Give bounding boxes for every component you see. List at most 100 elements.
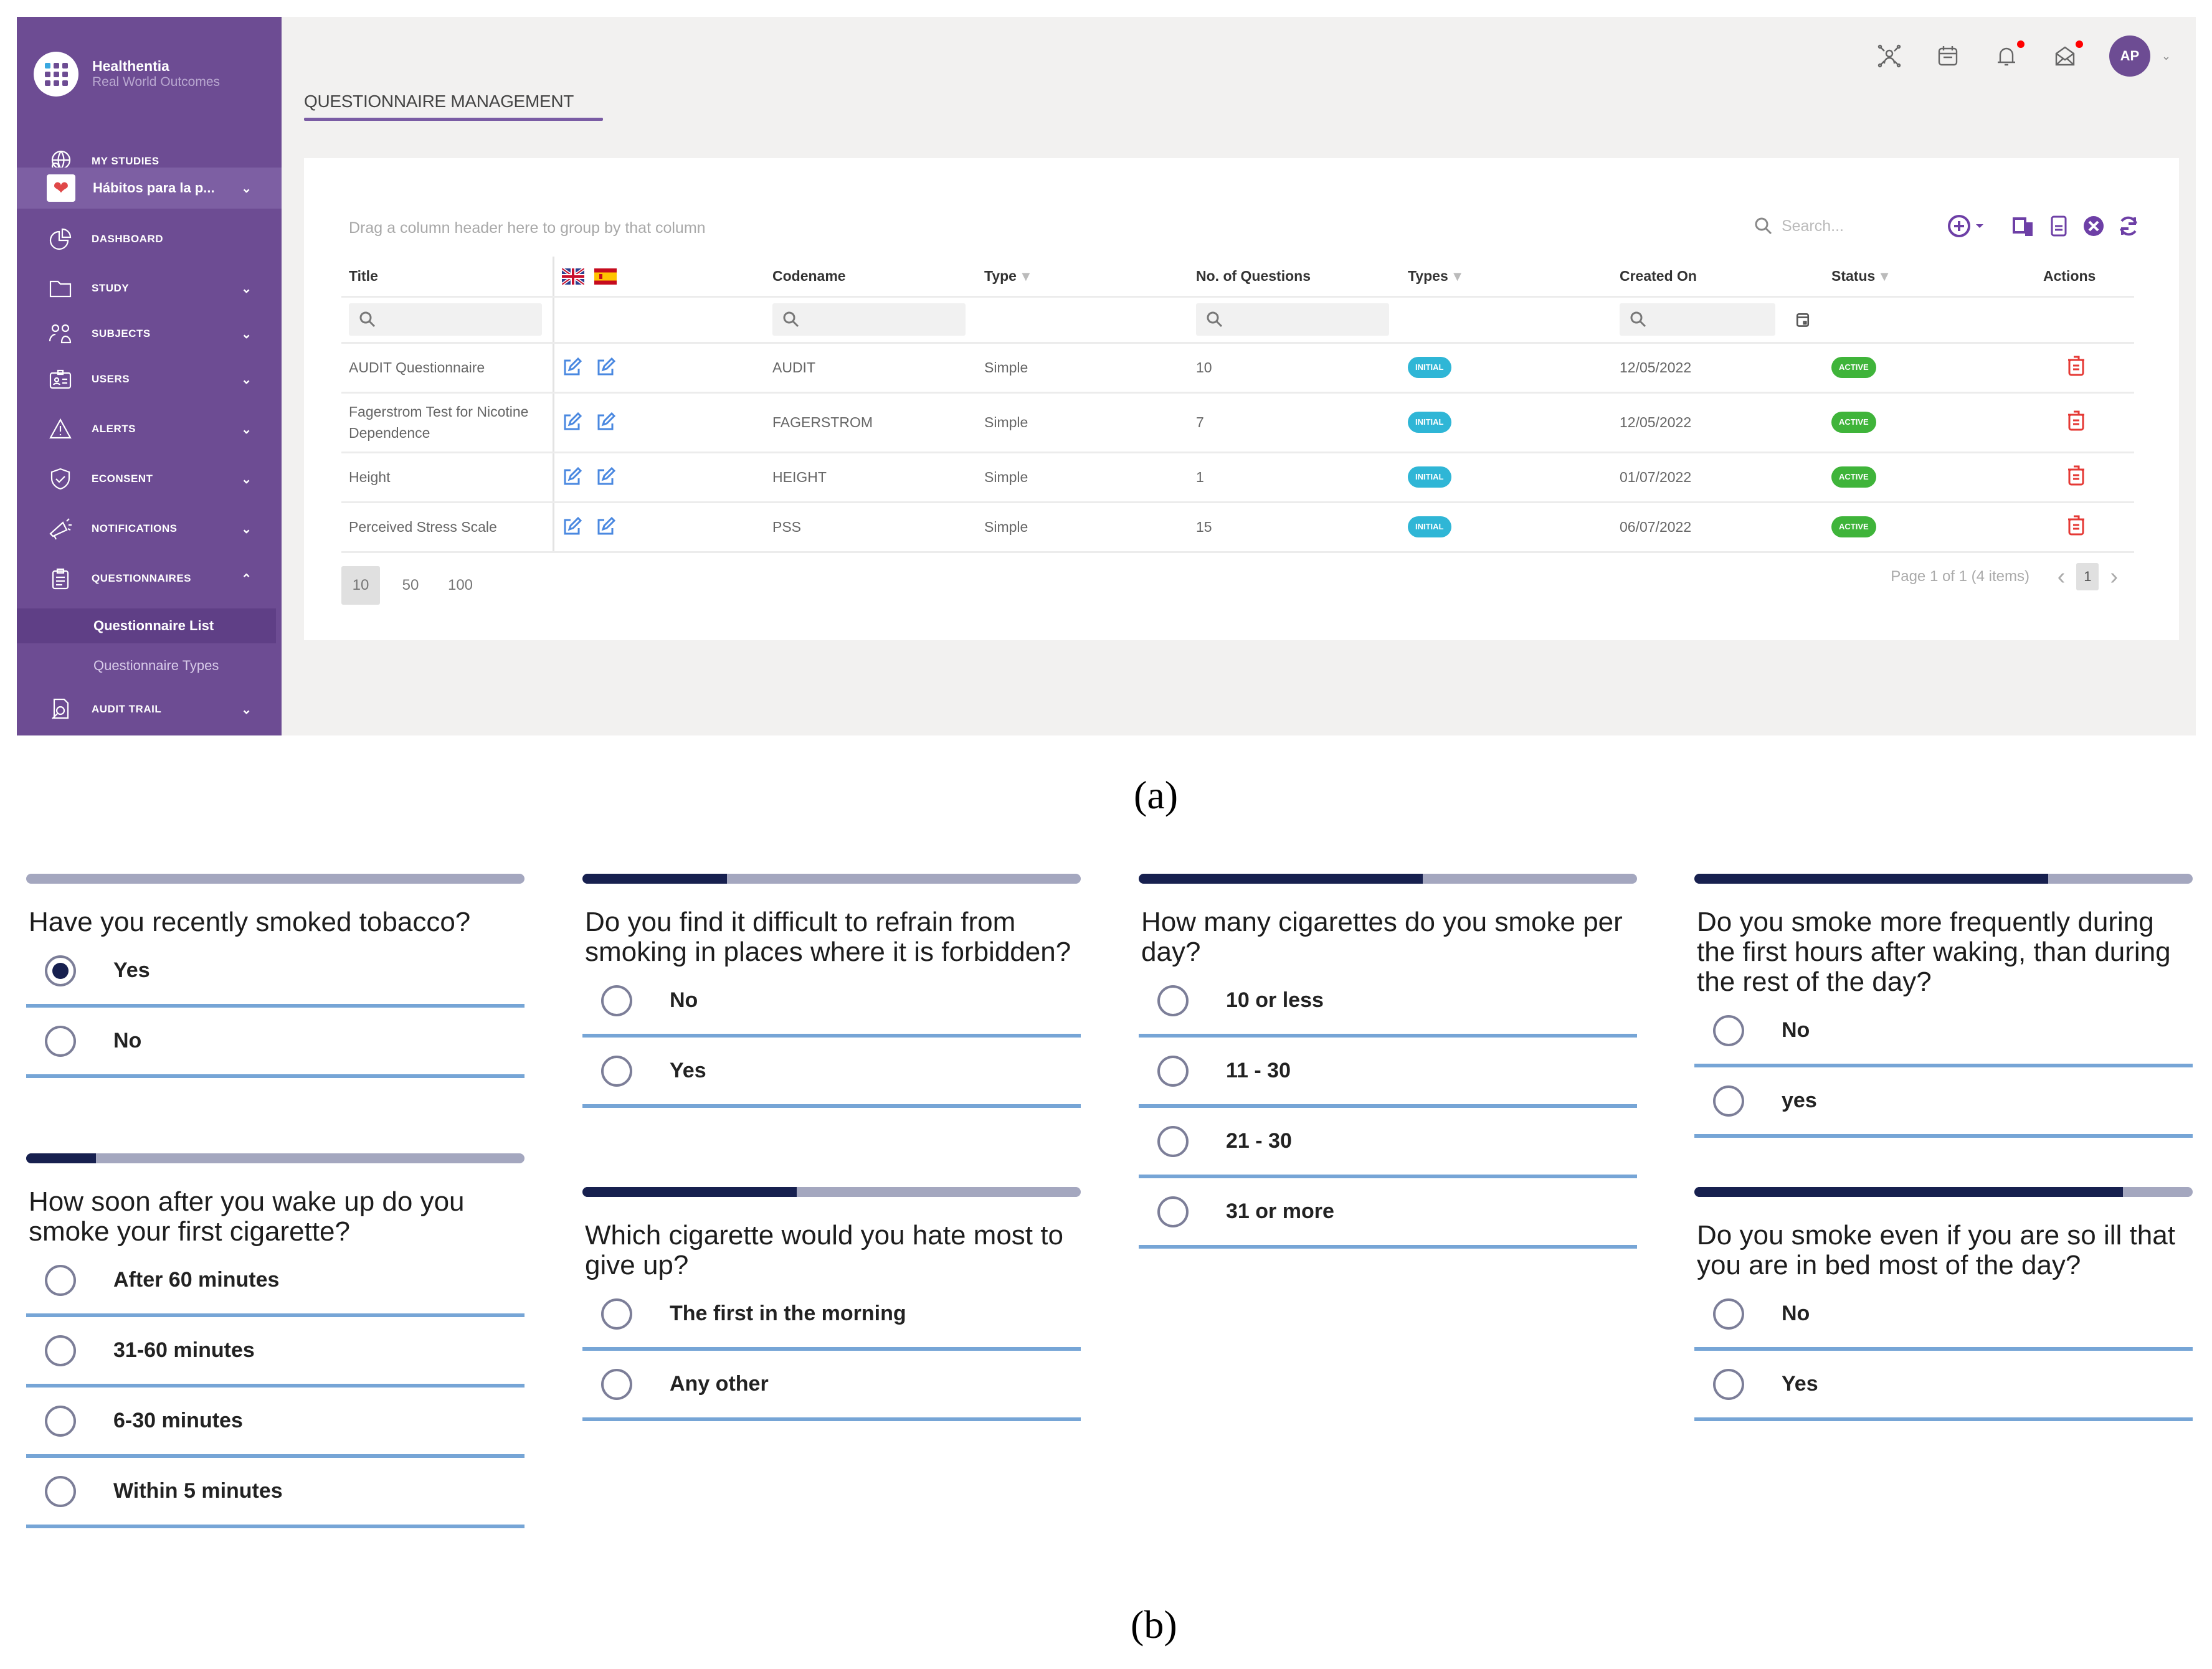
answer-option[interactable]: No [26,1008,525,1078]
answer-option[interactable]: Any other [582,1351,1081,1421]
codename-filter-input[interactable] [772,303,966,336]
radio-unchecked-icon[interactable] [1713,1298,1744,1330]
chevron-down-icon[interactable]: ⌄ [2162,50,2171,63]
prev-page-button[interactable]: ‹ [2058,564,2066,590]
answer-option[interactable]: After 60 minutes [26,1247,525,1317]
radio-checked-icon[interactable] [45,955,76,986]
delete-button[interactable] [2036,392,2134,453]
page-size-10[interactable]: 10 [341,566,380,605]
page-size-100[interactable]: 100 [441,566,480,605]
calendar-icon[interactable] [1794,311,1811,328]
radio-unchecked-icon[interactable] [45,1475,76,1507]
column-header-title[interactable]: Title [341,257,553,298]
answer-option[interactable]: 11 - 30 [1139,1038,1637,1108]
radio-unchecked-icon[interactable] [45,1025,76,1057]
delete-button[interactable] [2036,452,2134,503]
group-panel-hint[interactable]: Drag a column header here to group by th… [349,219,706,237]
radio-unchecked-icon[interactable] [601,1368,632,1400]
next-page-button[interactable]: › [2110,564,2118,590]
delete-button[interactable] [2036,502,2134,553]
radio-unchecked-icon[interactable] [601,1055,632,1087]
radio-unchecked-icon[interactable] [601,985,632,1016]
filter-icon[interactable]: ▼ [1019,268,1033,284]
edit-spanish-icon[interactable] [596,412,615,432]
add-button[interactable] [1946,213,1972,239]
sidebar-item-subjects[interactable]: SUBJECTS ⌄ [17,314,282,354]
answer-option[interactable]: No [582,967,1081,1038]
mail-icon[interactable] [2051,40,2083,70]
column-chooser-button[interactable] [2011,213,2037,239]
sidebar-subitem-questionnaire-types[interactable]: Questionnaire Types [17,648,276,683]
column-header-codename[interactable]: Codename [765,257,977,298]
radio-unchecked-icon[interactable] [1157,985,1189,1016]
answer-option[interactable]: 10 or less [1139,967,1637,1038]
sidebar-subitem-questionnaire-list[interactable]: Questionnaire List [17,608,276,643]
radio-unchecked-icon[interactable] [45,1264,76,1296]
filter-icon[interactable]: ▼ [1451,268,1464,284]
sidebar-item-study[interactable]: STUDY ⌄ [17,268,282,308]
page-button-1[interactable]: 1 [2076,563,2099,590]
answer-option[interactable]: 6-30 minutes [26,1388,525,1458]
sidebar-item-questionnaires[interactable]: QUESTIONNAIRES ⌃ [17,559,282,598]
edit-english-icon[interactable] [562,412,582,432]
answer-option[interactable]: Yes [26,937,525,1008]
bell-icon[interactable] [1992,40,2025,70]
edit-spanish-icon[interactable] [596,466,615,487]
radio-unchecked-icon[interactable] [1157,1196,1189,1227]
export-button[interactable] [2046,213,2072,239]
radio-unchecked-icon[interactable] [1713,1085,1744,1117]
edit-spanish-icon[interactable] [596,357,615,377]
sidebar-item-audit-trail[interactable]: AUDIT TRAIL ⌄ [17,689,282,729]
radio-unchecked-icon[interactable] [1713,1014,1744,1046]
answer-option[interactable]: No [1694,997,2193,1067]
title-link[interactable]: AUDIT Questionnaire [341,343,553,394]
filter-icon[interactable]: ▼ [1877,268,1891,284]
created-on-filter-input[interactable] [1620,303,1775,336]
user-avatar[interactable]: AP [2109,35,2150,77]
calendar-icon[interactable] [1934,42,1962,70]
sidebar-item-dashboard[interactable]: DASHBOARD [17,219,282,259]
column-header-created-on[interactable]: Created On [1612,257,1824,298]
questions-filter-input[interactable] [1196,303,1389,336]
answer-option[interactable]: The first in the morning [582,1280,1081,1351]
answer-option[interactable]: Yes [1694,1351,2193,1421]
column-header-no-of-questions[interactable]: No. of Questions [1189,257,1400,298]
column-header-status[interactable]: Status ▼ [1824,257,2036,298]
add-dropdown-caret-icon[interactable] [1973,213,1986,239]
edit-english-icon[interactable] [562,466,582,487]
title-link[interactable]: Fagerstrom Test for Nicotine Dependence [341,392,553,453]
sidebar-item-econsent[interactable]: ECONSENT ⌄ [17,459,282,499]
edit-spanish-icon[interactable] [596,516,615,537]
edit-english-icon[interactable] [562,516,582,537]
page-size-50[interactable]: 50 [391,566,430,605]
answer-option[interactable]: No [1694,1280,2193,1351]
study-selector[interactable]: ❤ Hábitos para la p... ⌄ [17,168,282,209]
grid-search-input[interactable]: Search... [1753,215,1844,237]
answer-option[interactable]: 31 or more [1139,1178,1637,1249]
team-icon[interactable] [1875,42,1904,70]
title-filter-input[interactable] [349,303,542,336]
answer-option[interactable]: 21 - 30 [1139,1108,1637,1178]
sidebar-item-users[interactable]: USERS ⌄ [17,359,282,399]
clear-filters-button[interactable] [2081,213,2107,239]
refresh-button[interactable] [2115,213,2142,239]
sidebar-item-alerts[interactable]: ALERTS ⌄ [17,409,282,449]
title-link[interactable]: Height [341,452,553,503]
answer-option[interactable]: Yes [582,1038,1081,1108]
answer-option[interactable]: 31-60 minutes [26,1317,525,1388]
radio-unchecked-icon[interactable] [45,1405,76,1437]
radio-unchecked-icon[interactable] [1157,1125,1189,1157]
delete-button[interactable] [2036,343,2134,394]
answer-option[interactable]: Within 5 minutes [26,1458,525,1528]
sidebar-item-notifications[interactable]: NOTIFICATIONS ⌄ [17,509,282,549]
radio-unchecked-icon[interactable] [45,1335,76,1366]
radio-unchecked-icon[interactable] [601,1298,632,1330]
column-header-types[interactable]: Types ▼ [1400,257,1612,298]
brand[interactable]: Healthentia Real World Outcomes [34,52,220,97]
radio-unchecked-icon[interactable] [1713,1368,1744,1400]
answer-option[interactable]: yes [1694,1067,2193,1138]
edit-english-icon[interactable] [562,357,582,377]
column-header-type[interactable]: Type ▼ [977,257,1189,298]
title-link[interactable]: Perceived Stress Scale [341,502,553,553]
radio-unchecked-icon[interactable] [1157,1055,1189,1087]
